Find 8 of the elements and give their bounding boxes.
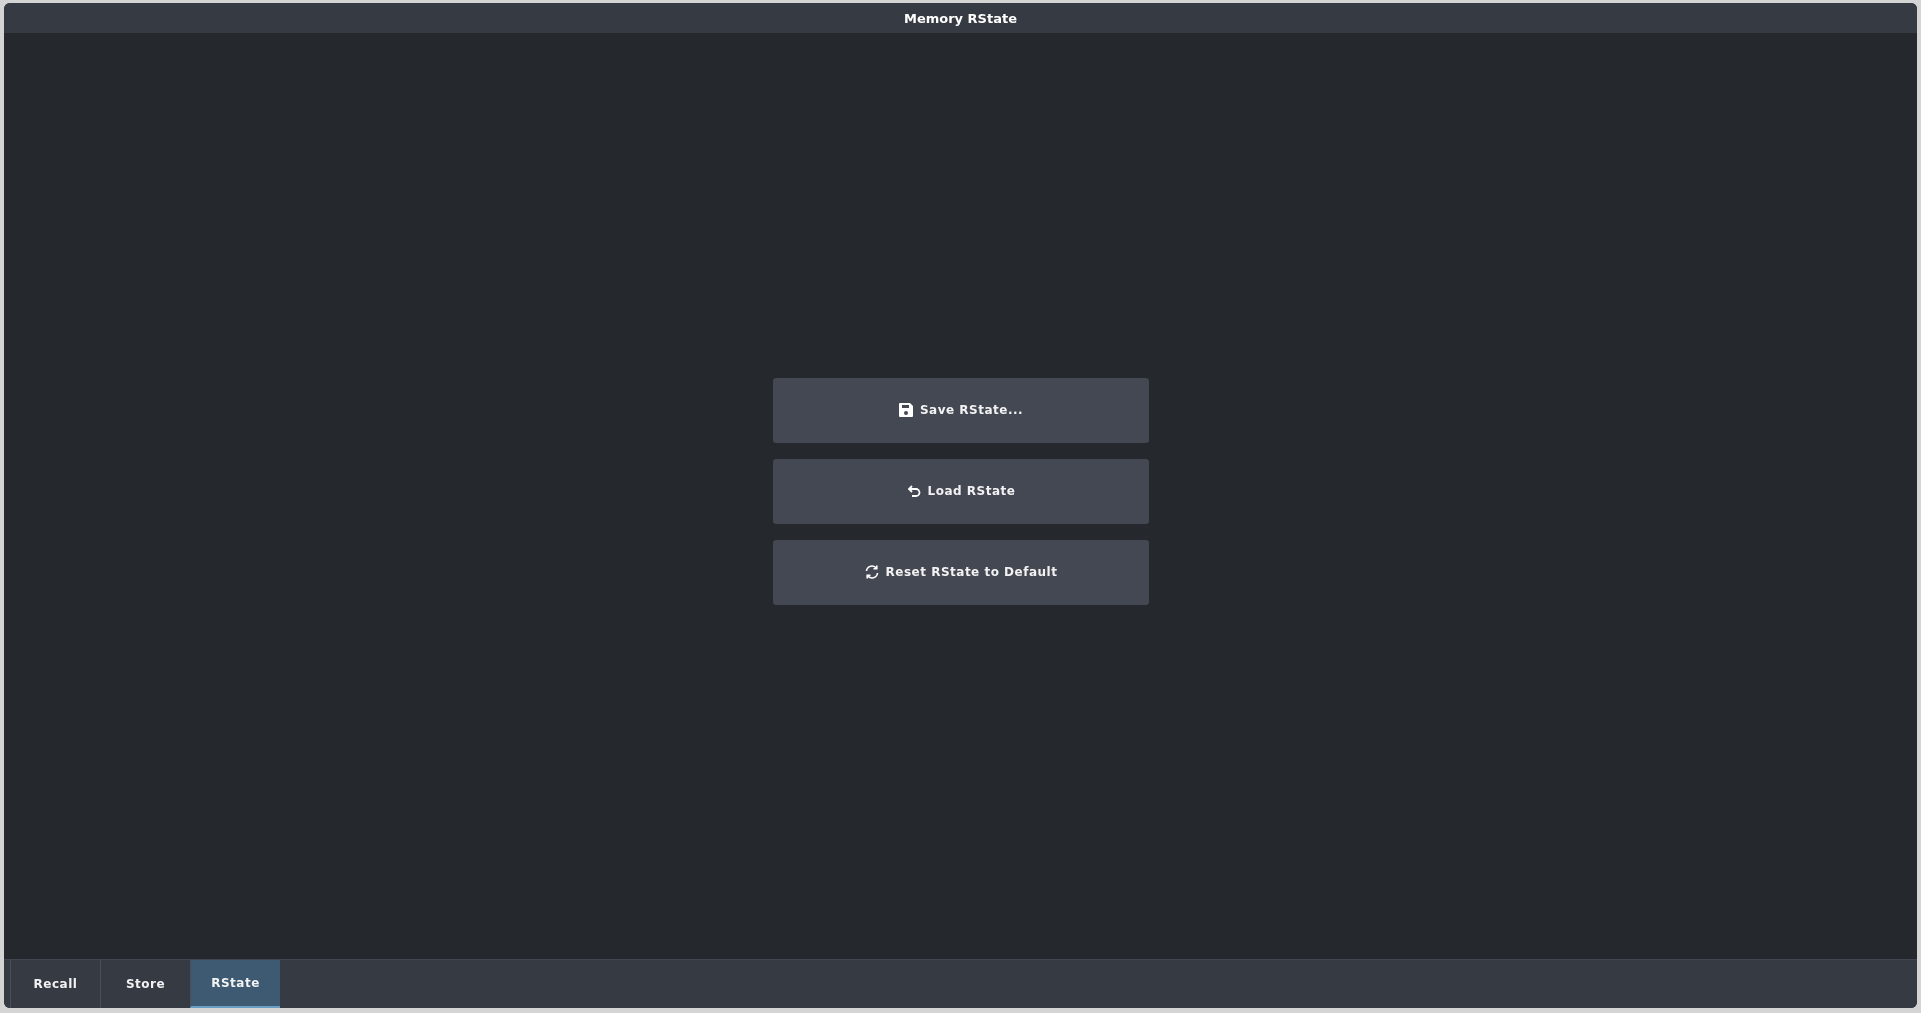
refresh-icon bbox=[863, 564, 880, 580]
save-button[interactable]: Save RState... bbox=[772, 377, 1149, 443]
tab[interactable]: RState bbox=[190, 960, 280, 1008]
reset-button[interactable]: Reset RState to Default bbox=[772, 539, 1149, 605]
window-title: Memory RState bbox=[4, 3, 1917, 33]
load-button[interactable]: Load RState bbox=[772, 458, 1149, 524]
undo-arrow-icon bbox=[905, 483, 922, 499]
save-icon bbox=[897, 402, 914, 418]
